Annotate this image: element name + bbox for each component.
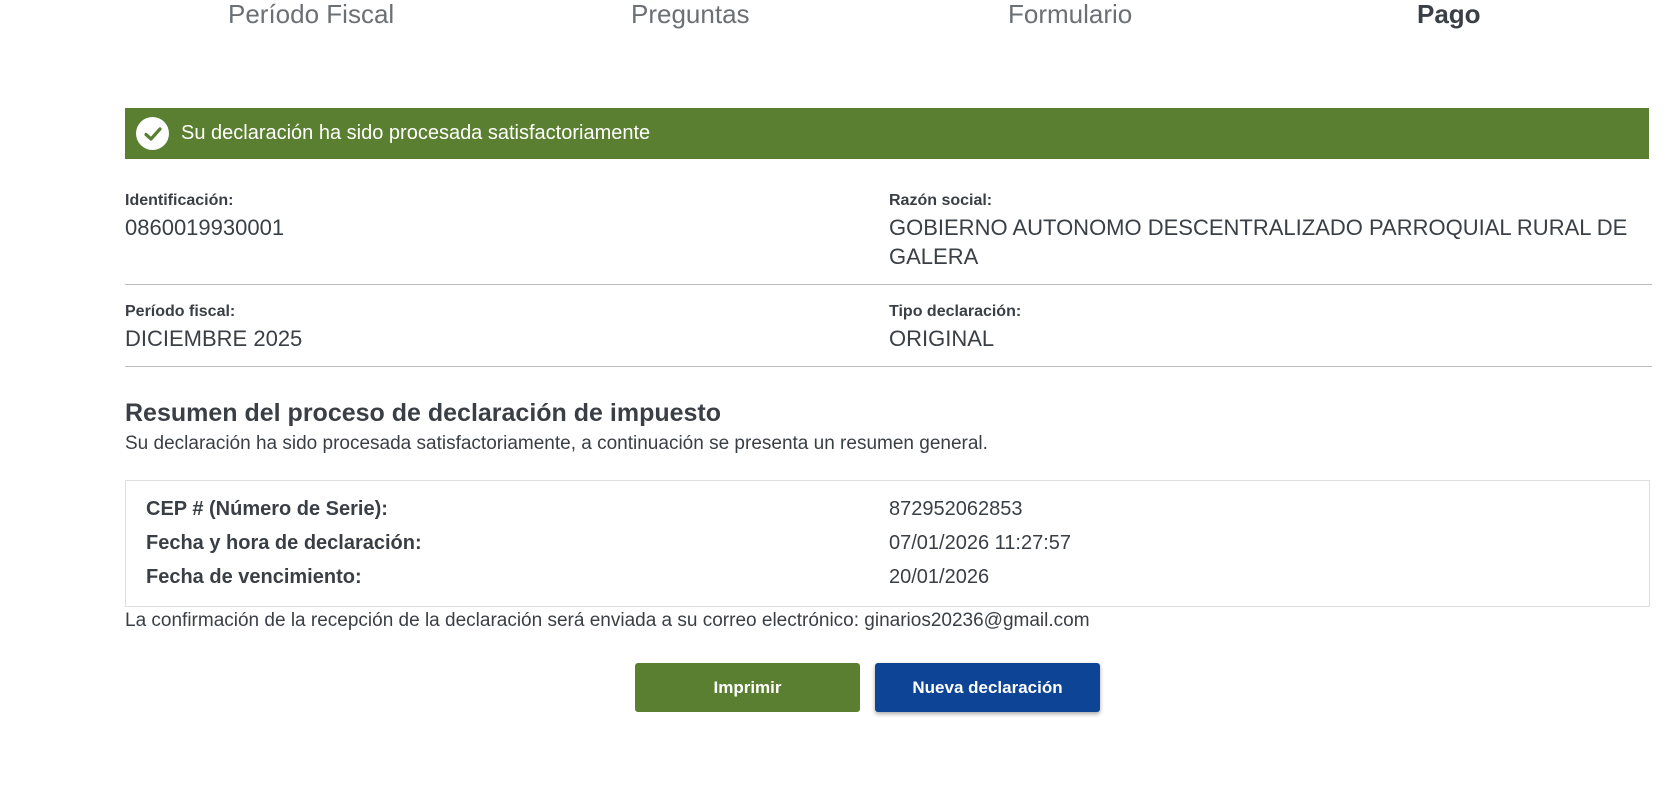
success-message: Su declaración ha sido procesada satisfa… bbox=[181, 122, 651, 144]
divider bbox=[125, 366, 1652, 367]
identificacion-value: 0860019930001 bbox=[125, 215, 285, 240]
tipo-declaracion-value: ORIGINAL bbox=[889, 326, 995, 351]
summary-title: Resumen del proceso de declaración de im… bbox=[125, 399, 722, 427]
step-formulario[interactable]: Formulario bbox=[1008, 0, 1132, 30]
confirmation-text: La confirmación de la recepción de la de… bbox=[125, 610, 1090, 631]
step-periodo-fiscal[interactable]: Período Fiscal bbox=[228, 0, 394, 30]
razon-social-label: Razón social: bbox=[889, 192, 993, 209]
summary-subtitle: Su declaración ha sido procesada satisfa… bbox=[125, 433, 988, 454]
cep-label: CEP # (Número de Serie): bbox=[146, 498, 388, 520]
fecha-declaracion-label: Fecha y hora de declaración: bbox=[146, 532, 422, 554]
print-button[interactable]: Imprimir bbox=[635, 663, 860, 712]
periodo-fiscal-value: DICIEMBRE 2025 bbox=[125, 326, 303, 351]
check-circle-icon bbox=[136, 117, 169, 150]
identificacion-label: Identificación: bbox=[125, 192, 234, 209]
tipo-declaracion-label: Tipo declaración: bbox=[889, 303, 1022, 320]
cep-value: 872952062853 bbox=[889, 498, 1023, 520]
razon-social-value: GOBIERNO AUTONOMO DESCENTRALIZADO PARROQ… bbox=[889, 215, 1628, 269]
page: Período Fiscal Preguntas Formulario Pago… bbox=[0, 0, 1677, 785]
fecha-vencimiento-label: Fecha de vencimiento: bbox=[146, 566, 362, 588]
divider bbox=[125, 284, 1652, 285]
stepper: Período Fiscal Preguntas Formulario Pago bbox=[0, 0, 1677, 40]
step-pago[interactable]: Pago bbox=[1417, 0, 1481, 30]
fecha-declaracion-value: 07/01/2026 11:27:57 bbox=[889, 532, 1072, 554]
new-declaration-button[interactable]: Nueva declaración bbox=[875, 663, 1100, 712]
fecha-vencimiento-value: 20/01/2026 bbox=[889, 566, 990, 588]
step-preguntas[interactable]: Preguntas bbox=[631, 0, 750, 30]
periodo-fiscal-label: Período fiscal: bbox=[125, 303, 236, 320]
success-banner: Su declaración ha sido procesada satisfa… bbox=[125, 108, 1649, 159]
